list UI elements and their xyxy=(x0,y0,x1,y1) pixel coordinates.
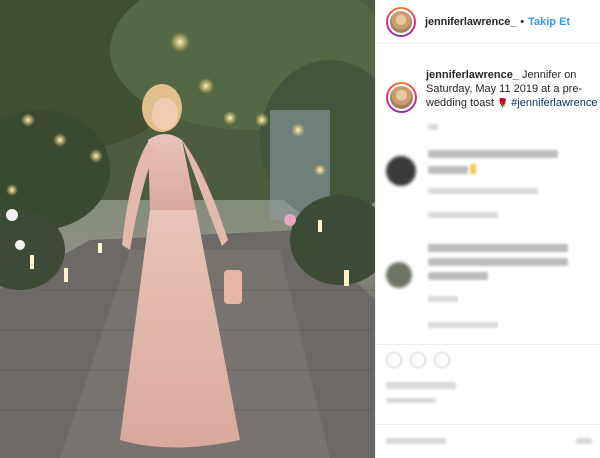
add-comment-input[interactable] xyxy=(386,438,446,444)
blurred-timestamp xyxy=(428,124,438,130)
comment-avatar[interactable] xyxy=(386,262,412,288)
caption-text-block: jenniferlawrence_ Jennifer on Saturday, … xyxy=(426,68,598,113)
heart-icon[interactable] xyxy=(386,352,402,368)
caption-username[interactable]: jenniferlawrence_ xyxy=(426,69,519,81)
avatar[interactable] xyxy=(386,6,416,37)
separator-dot: • xyxy=(520,15,525,28)
blurred-likes xyxy=(386,382,456,389)
rose-emoji: 🌹 xyxy=(496,98,509,108)
blurred-replies xyxy=(428,212,498,218)
username-link[interactable]: jenniferlawrence_ xyxy=(425,16,516,28)
caption: jenniferlawrence_ Jennifer on Saturday, … xyxy=(386,68,598,113)
caption-hashtag[interactable]: #jenniferlawrence xyxy=(511,97,597,109)
comment-box-divider xyxy=(376,424,600,425)
photo-scene xyxy=(0,0,375,458)
post-photo[interactable] xyxy=(0,0,375,458)
actions-divider xyxy=(376,344,600,345)
blurred-comment-line xyxy=(428,166,468,174)
blurred-comment-meta xyxy=(428,188,538,194)
blurred-comment-line xyxy=(428,244,568,252)
blurred-date xyxy=(386,398,436,403)
share-icon[interactable] xyxy=(434,352,450,368)
comment-avatar[interactable] xyxy=(386,156,416,186)
blurred-comment-line xyxy=(428,150,558,158)
post-comment-button[interactable] xyxy=(576,438,592,444)
post-side-panel: jenniferlawrence_ • Takip Et jenniferlaw… xyxy=(375,0,600,458)
action-bar xyxy=(386,352,450,368)
blurred-comment-line xyxy=(428,258,568,266)
blurred-replies xyxy=(428,322,498,328)
post-header: jenniferlawrence_ • Takip Et xyxy=(376,0,600,44)
blurred-comment-line xyxy=(428,272,488,280)
blurred-emoji xyxy=(470,164,476,174)
comment-icon[interactable] xyxy=(410,352,426,368)
instagram-post: jenniferlawrence_ • Takip Et jenniferlaw… xyxy=(0,0,600,458)
follow-button[interactable]: Takip Et xyxy=(528,16,570,28)
caption-avatar[interactable] xyxy=(386,82,417,113)
blurred-comment-meta xyxy=(428,296,458,302)
